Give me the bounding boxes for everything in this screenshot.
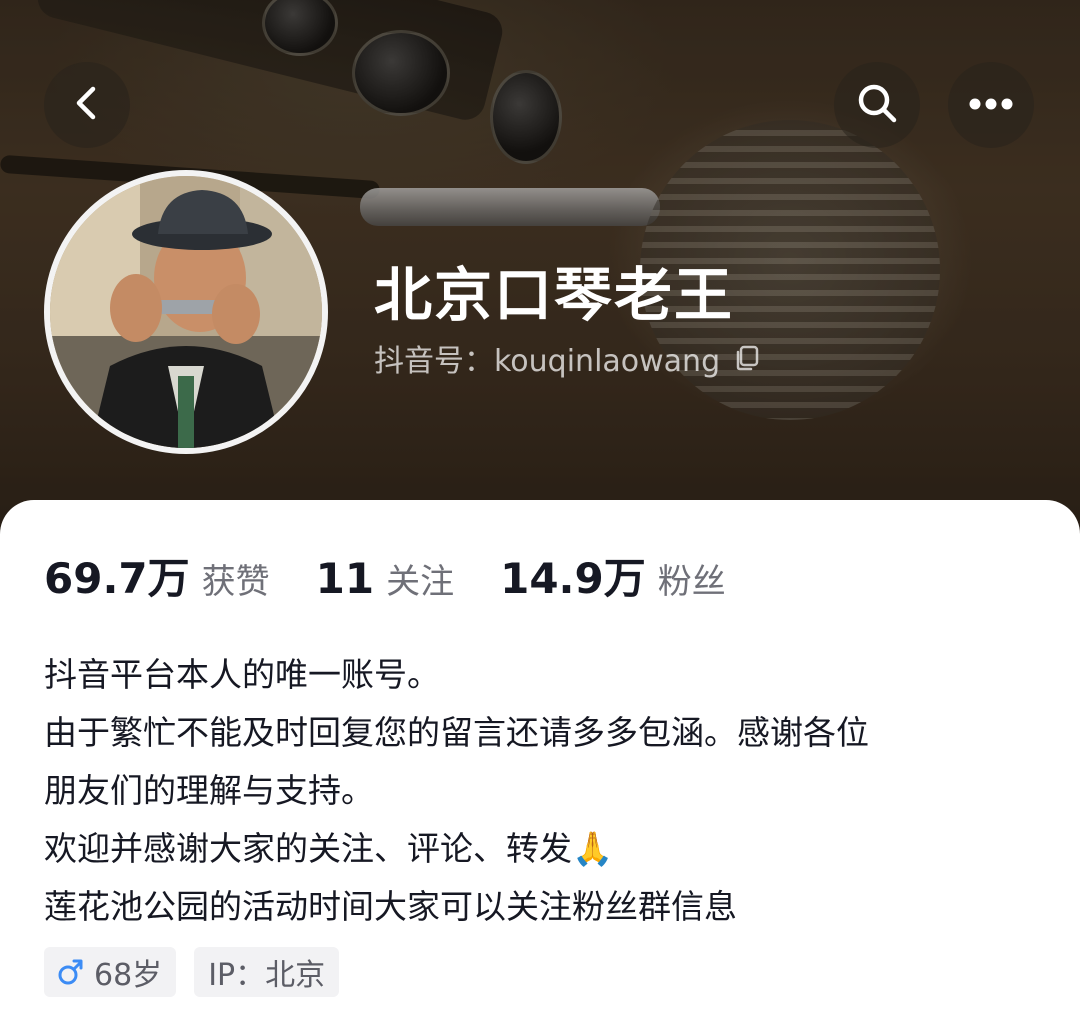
chevron-left-icon [67, 83, 107, 127]
bio-line: 朋友们的理解与支持。 [44, 771, 374, 810]
stat-followers-value: 14.9万 [500, 554, 646, 603]
age-tag: 68岁 [44, 947, 177, 997]
more-horizontal-icon [968, 96, 1014, 115]
account-id[interactable]: 抖音号：kouqinlaowang [374, 336, 760, 380]
stat-following-value: 11 [315, 554, 375, 603]
bio-line: 莲花池公园的活动时间大家可以关注粉丝群信息 [44, 887, 737, 926]
display-name: 北京口琴老王 [374, 261, 735, 329]
stat-followers[interactable]: 14.9万 粉丝 [500, 545, 726, 606]
search-icon [855, 81, 899, 129]
back-button[interactable] [44, 62, 130, 148]
stat-following[interactable]: 11 关注 [316, 554, 454, 603]
stat-likes[interactable]: 69.7万 获赞 [44, 545, 270, 606]
avatar[interactable] [44, 170, 328, 454]
male-icon [58, 958, 84, 986]
more-button[interactable] [948, 62, 1034, 148]
bio-line-with-emoji: 欢迎并感谢大家的关注、评论、转发🙏 [44, 820, 1044, 878]
profile-tags: 68岁 IP：北京 [44, 947, 357, 997]
bio: 抖音平台本人的唯一账号。 由于繁忙不能及时回复您的留言还请多多包涵。感谢各位 朋… [44, 646, 1044, 936]
stat-followers-label: 粉丝 [657, 562, 726, 602]
bio-line-text: 欢迎并感谢大家的关注、评论、转发 [44, 829, 572, 868]
ip-location-text: IP：北京 [208, 958, 326, 993]
copy-icon[interactable] [734, 345, 760, 371]
stats-row: 69.7万 获赞 11 关注 14.9万 粉丝 [44, 545, 772, 606]
search-button[interactable] [834, 62, 920, 148]
stat-following-label: 关注 [386, 562, 455, 602]
stat-likes-label: 获赞 [201, 562, 270, 602]
ip-location-tag: IP：北京 [194, 947, 340, 997]
account-id-text: 抖音号：kouqinlaowang [374, 344, 721, 379]
profile-page: 北京口琴老王 抖音号：kouqinlaowang 69.7万 获赞 11 关注 … [0, 0, 1080, 1035]
stat-likes-value: 69.7万 [44, 554, 190, 603]
praying-hands-emoji: 🙏 [572, 829, 614, 868]
avatar-portrait-image [50, 176, 322, 448]
age-text: 68岁 [94, 958, 163, 993]
bio-line: 抖音平台本人的唯一账号。 [44, 655, 440, 694]
bio-line: 由于繁忙不能及时回复您的留言还请多多包涵。感谢各位 [44, 713, 869, 752]
